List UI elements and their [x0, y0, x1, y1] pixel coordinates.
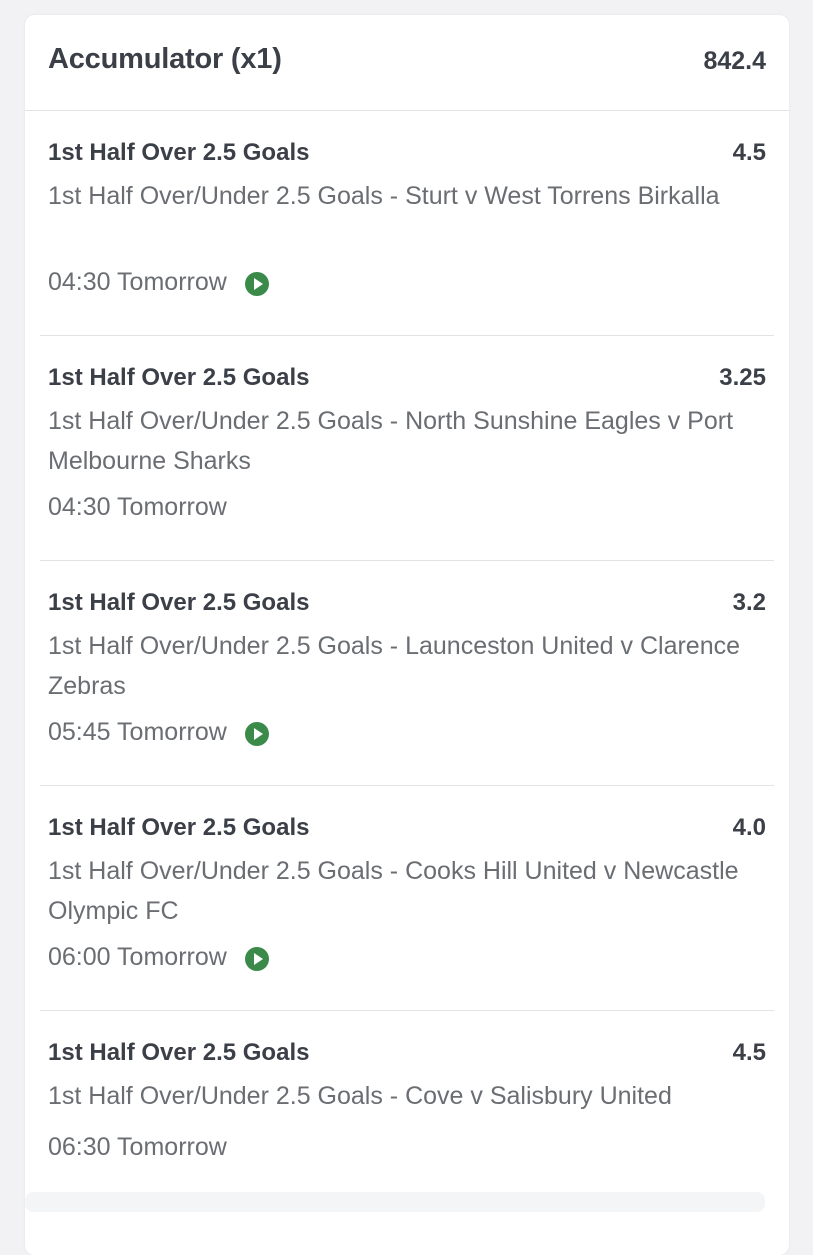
selection-odds: 3.2 — [732, 589, 766, 616]
live-stream-play-icon[interactable] — [244, 721, 269, 746]
selection-odds: 4.5 — [732, 1039, 766, 1066]
selection-item[interactable]: 1st Half Over 2.5 Goals 4.5 1st Half Ove… — [40, 1011, 774, 1191]
selection-market: 1st Half Over 2.5 Goals — [48, 589, 310, 616]
selection-time-row: 06:00 Tomorrow — [48, 943, 269, 972]
selection-odds: 3.25 — [719, 364, 766, 391]
live-stream-play-icon[interactable] — [244, 946, 269, 971]
selection-description: 1st Half Over/Under 2.5 Goals - Launcest… — [48, 632, 741, 700]
selection-time-row: 06:30 Tomorrow — [48, 1133, 227, 1162]
accumulator-card: Accumulator (x1) 842.4 1st Half Over 2.5… — [25, 15, 789, 1255]
accumulator-header[interactable]: Accumulator (x1) 842.4 — [25, 15, 789, 111]
selection-market: 1st Half Over 2.5 Goals — [48, 1039, 310, 1066]
selection-time-row: 05:45 Tomorrow — [48, 718, 269, 747]
selection-item[interactable]: 1st Half Over 2.5 Goals 4.0 1st Half Ove… — [40, 786, 774, 1011]
selection-description: 1st Half Over/Under 2.5 Goals - Cooks Hi… — [48, 857, 739, 925]
selection-start-time: 06:00 Tomorrow — [48, 943, 227, 971]
selection-item[interactable]: 1st Half Over 2.5 Goals 3.25 1st Half Ov… — [40, 336, 774, 561]
selection-start-time: 04:30 Tomorrow — [48, 268, 227, 296]
selection-item[interactable]: 1st Half Over 2.5 Goals 3.2 1st Half Ove… — [40, 561, 774, 786]
accumulator-title: Accumulator (x1) — [48, 43, 282, 75]
selection-description: 1st Half Over/Under 2.5 Goals - Cove v S… — [48, 1082, 672, 1110]
selection-time-row: 04:30 Tomorrow — [48, 493, 227, 522]
live-stream-play-icon[interactable] — [244, 271, 269, 296]
selection-start-time: 04:30 Tomorrow — [48, 493, 227, 521]
selection-item[interactable]: 1st Half Over 2.5 Goals 4.5 1st Half Ove… — [40, 111, 774, 336]
accumulator-total-odds: 842.4 — [703, 47, 766, 75]
selection-odds: 4.5 — [732, 139, 766, 166]
selection-start-time: 05:45 Tomorrow — [48, 718, 227, 746]
selection-odds: 4.0 — [732, 814, 766, 841]
selection-description: 1st Half Over/Under 2.5 Goals - Sturt v … — [48, 182, 720, 210]
selection-market: 1st Half Over 2.5 Goals — [48, 139, 310, 166]
selection-start-time: 06:30 Tomorrow — [48, 1133, 227, 1161]
selection-description: 1st Half Over/Under 2.5 Goals - North Su… — [48, 407, 734, 475]
selection-market: 1st Half Over 2.5 Goals — [48, 814, 310, 841]
bottom-input-bar[interactable] — [25, 1192, 765, 1212]
selection-market: 1st Half Over 2.5 Goals — [48, 364, 310, 391]
selection-time-row: 04:30 Tomorrow — [48, 268, 269, 297]
